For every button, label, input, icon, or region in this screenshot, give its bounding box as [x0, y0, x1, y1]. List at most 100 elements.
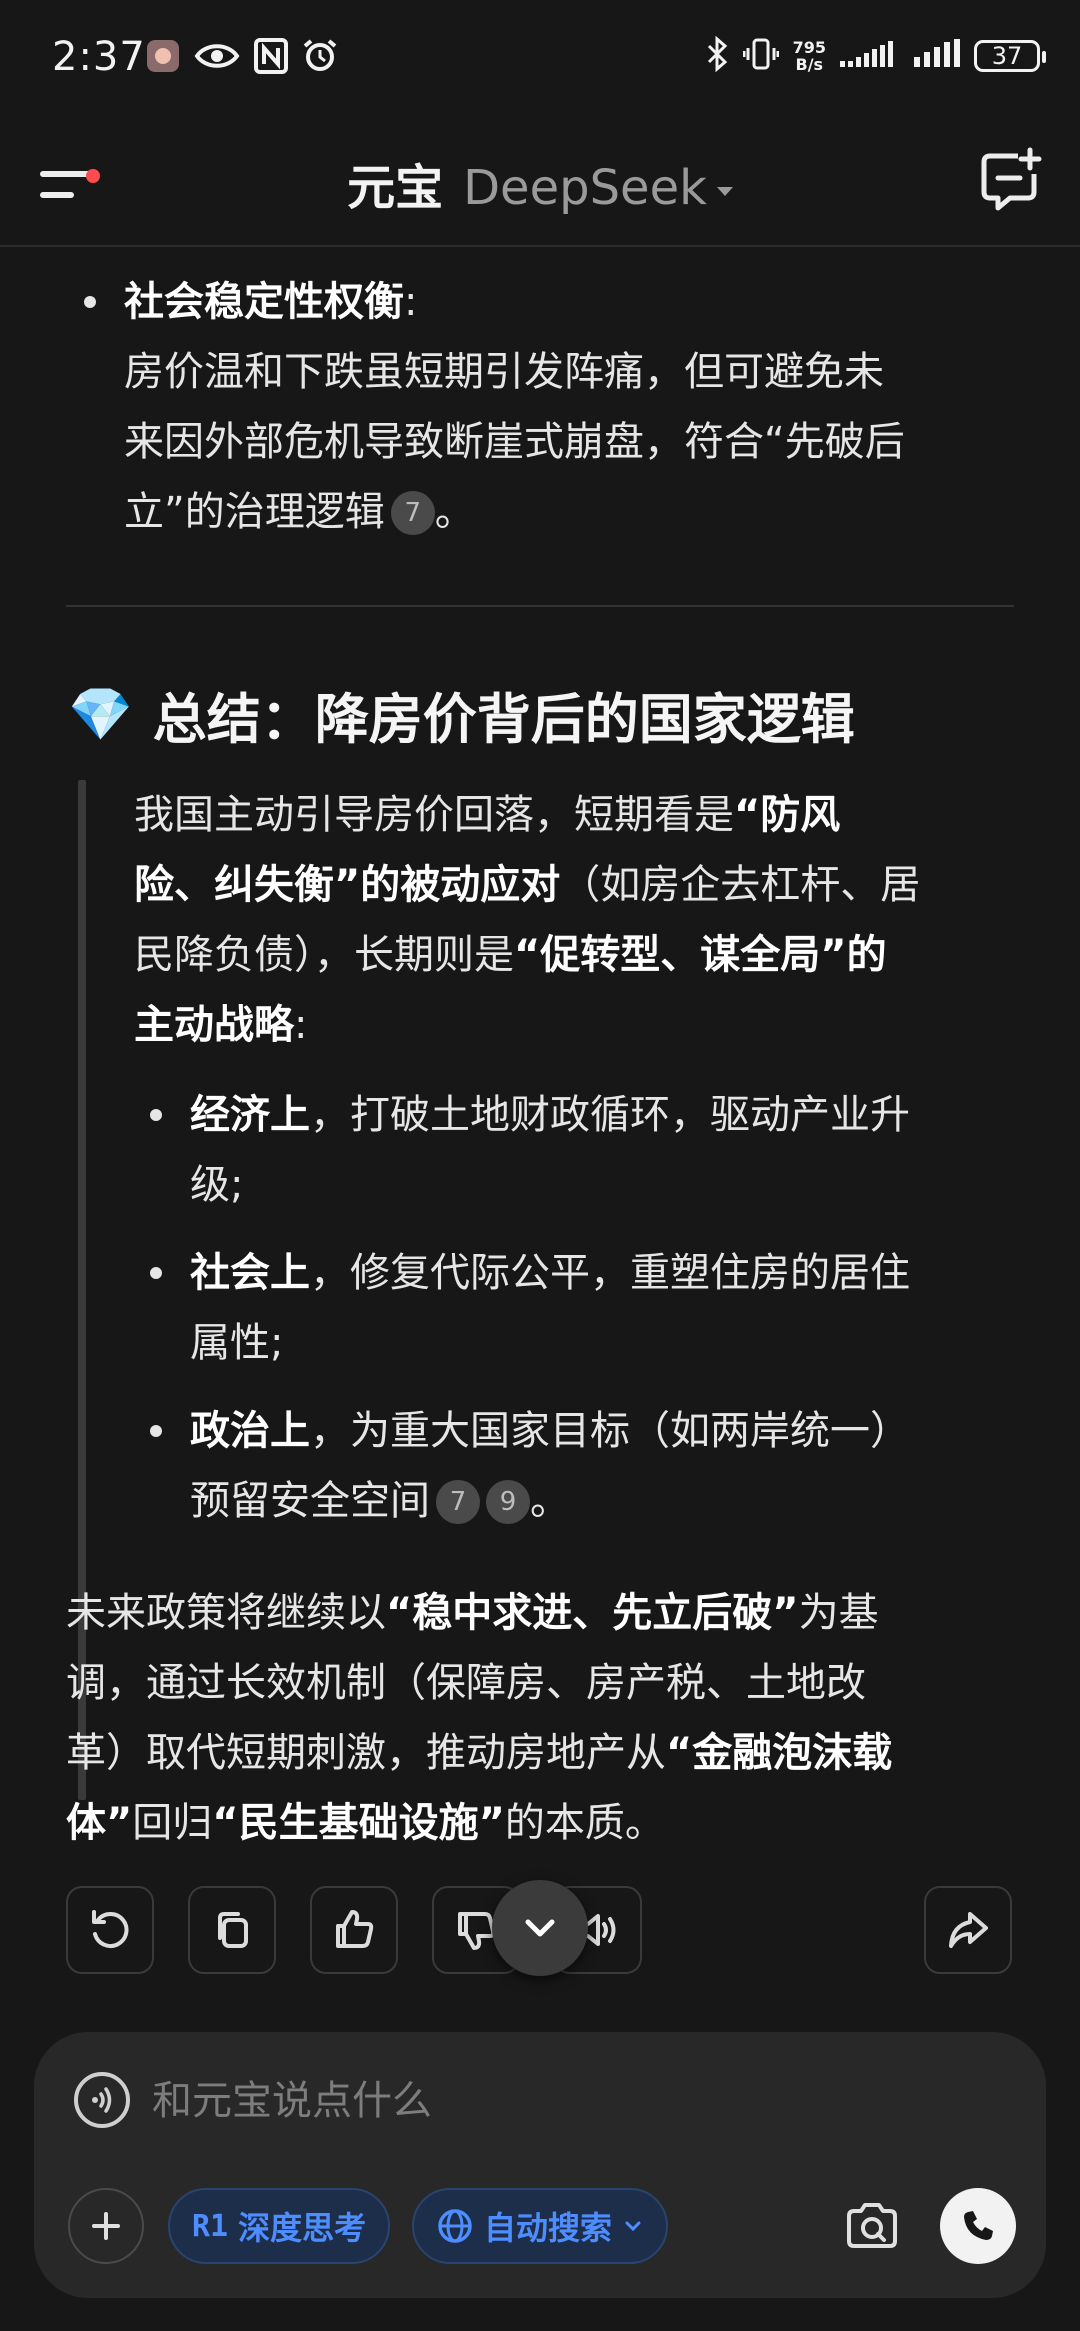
conclusion-text: 革）取代短期刺激，推动房地产从	[66, 1730, 666, 1776]
phone-icon	[964, 2211, 993, 2240]
citation-badge[interactable]: 7	[390, 491, 435, 535]
auto-search-label: 自动搜索	[484, 2209, 613, 2247]
voice-call-button[interactable]	[940, 2188, 1016, 2264]
app-header: 元宝 DeepSeek	[0, 120, 1080, 247]
quote-bold: “防风	[734, 792, 841, 838]
model-name: DeepSeek	[463, 160, 707, 216]
summary-heading: 💎 总结：降房价背后的国家逻辑	[68, 675, 855, 754]
like-button[interactable]	[310, 1886, 398, 1974]
voice-input-button[interactable]	[74, 2072, 130, 2128]
camera-icon	[847, 2203, 897, 2248]
bullet-society: 社会上，修复代际公平，重塑住房的居住 属性;	[190, 1238, 1030, 1378]
quote-text: :	[294, 1002, 308, 1048]
bullet-text: 属性;	[190, 1320, 284, 1366]
status-left-icons	[146, 38, 338, 78]
conclusion-text: 未来政策将继续以	[66, 1590, 386, 1636]
citation-badge[interactable]: 9	[486, 1480, 530, 1524]
nfc-icon	[254, 38, 288, 78]
quote-text: 我国主动引导房价回落，短期看是	[134, 792, 734, 838]
net-speed-unit: B/s	[795, 55, 824, 74]
conclusion-paragraph: 未来政策将继续以“稳中求进、先立后破”为基 调，通过长效机制（保障房、房产税、土…	[66, 1578, 1036, 1858]
deep-think-toggle[interactable]: R1 深度思考	[168, 2188, 391, 2264]
vibrate-icon	[742, 36, 780, 76]
citation-badge[interactable]: 7	[436, 1480, 480, 1524]
quote-bold: “促转型、谋全局”的	[514, 932, 887, 978]
bullet-bold: 经济上	[190, 1092, 310, 1138]
bluetooth-icon	[705, 35, 729, 76]
bullet-dot	[150, 1425, 162, 1437]
share-button[interactable]	[924, 1886, 1012, 1974]
conclusion-bold: “金融泡沫载	[666, 1730, 893, 1776]
eye-icon	[194, 39, 240, 77]
status-right-icons: 795 B/s 37	[705, 35, 1046, 76]
bullet-politics: 政治上，为重大国家目标（如两岸统一） 预留安全空间 7 9。	[190, 1396, 1030, 1536]
app-notification-icon	[146, 39, 180, 77]
bullet-text: 预留安全空间	[190, 1478, 430, 1524]
paragraph-line: 来因外部危机导致断崖式崩盘，符合“先破后	[124, 419, 905, 465]
bullet-text: ，修复代际公平，重塑住房的居住	[310, 1250, 910, 1296]
camera-button[interactable]	[834, 2188, 910, 2264]
voice-icon	[92, 2087, 112, 2113]
globe-icon	[438, 2209, 472, 2243]
caret-down-icon	[716, 186, 733, 196]
conclusion-bold: “民生基础设施”	[212, 1800, 505, 1846]
attach-button[interactable]	[68, 2188, 144, 2264]
status-bar: 2:37 795 B/s 37	[0, 0, 1080, 120]
bullet-dot	[84, 296, 96, 308]
bullet-title: 社会稳定性权衡	[124, 279, 404, 325]
deep-think-label: 深度思考	[238, 2209, 367, 2247]
conclusion-text: 为基	[798, 1590, 879, 1636]
punctuation: 。	[530, 1478, 570, 1524]
battery-level: 37	[991, 42, 1023, 70]
bullet-bold: 政治上	[190, 1408, 310, 1454]
copy-button[interactable]	[188, 1886, 276, 1974]
scroll-to-bottom-button[interactable]	[492, 1880, 588, 1976]
quote-bold: 险、纠失衡”的被动应对	[134, 862, 561, 908]
new-chat-icon	[981, 147, 1042, 211]
message-input[interactable]	[150, 2070, 854, 2132]
plus-icon	[92, 2212, 120, 2240]
new-chat-button[interactable]	[978, 146, 1044, 212]
conclusion-text: 回归	[132, 1800, 213, 1846]
r1-badge: R1	[192, 2208, 229, 2244]
bullet-social-stability: 社会稳定性权衡: 房价温和下跌虽短期引发阵痛，但可避免未 来因外部危机导致断崖式…	[124, 267, 1024, 547]
composer: R1 深度思考 自动搜索	[34, 2032, 1046, 2298]
summary-title: 总结：降房价背后的国家逻辑	[152, 688, 855, 751]
bullet-dot	[150, 1267, 162, 1279]
conclusion-bold: “稳中求进、先立后破”	[386, 1590, 799, 1636]
bullet-dot	[150, 1109, 162, 1121]
screen: 2:37 795 B/s 37 元宝 DeepSeek 社会稳定性权衡: 房价温…	[0, 0, 1080, 2331]
alarm-icon	[302, 38, 338, 78]
bullet-text: ，为重大国家目标（如两岸统一）	[310, 1408, 910, 1454]
conclusion-bold: 体”	[66, 1800, 133, 1846]
signal-icon-2	[914, 39, 960, 73]
divider	[66, 605, 1014, 607]
bullet-text: 级;	[190, 1162, 244, 1208]
chevron-down-icon	[525, 1919, 555, 1937]
summary-quote: 我国主动引导房价回落，短期看是“防风 险、纠失衡”的被动应对（如房企去杠杆、居 …	[134, 780, 1024, 1060]
chat-content: 社会稳定性权衡: 房价温和下跌虽短期引发阵痛，但可避免未 来因外部危机导致断崖式…	[0, 245, 1080, 1885]
regenerate-button[interactable]	[66, 1886, 154, 1974]
quote-text: 民降负债），长期则是	[134, 932, 514, 978]
status-time: 2:37	[52, 34, 146, 80]
battery-icon: 37	[974, 40, 1046, 72]
bullet-text: ，打破土地财政循环，驱动产业升	[310, 1092, 910, 1138]
quote-text: （如房企去杠杆、居	[560, 862, 921, 908]
quote-bold: 主动战略	[134, 1002, 294, 1048]
thumbs-up-icon	[336, 1910, 374, 1948]
punctuation: 。	[434, 489, 475, 535]
copy-icon	[218, 1912, 248, 1948]
refresh-icon	[92, 1910, 129, 1948]
conclusion-text: 调，通过长效机制（保障房、房产税、土地改	[66, 1660, 866, 1706]
bullet-colon: :	[404, 279, 418, 325]
bullet-economy: 经济上，打破土地财政循环，驱动产业升 级;	[190, 1080, 1030, 1220]
app-title: 元宝	[347, 160, 444, 216]
signal-icon	[840, 39, 900, 73]
auto-search-dropdown[interactable]: 自动搜索	[412, 2188, 669, 2264]
gem-icon: 💎	[68, 685, 133, 745]
model-selector[interactable]: 元宝 DeepSeek	[0, 148, 1080, 218]
net-speed-value: 795	[792, 38, 826, 57]
net-speed: 795 B/s	[793, 39, 826, 73]
conclusion-text: 的本质。	[504, 1800, 665, 1846]
chevron-down-icon	[625, 2221, 641, 2232]
